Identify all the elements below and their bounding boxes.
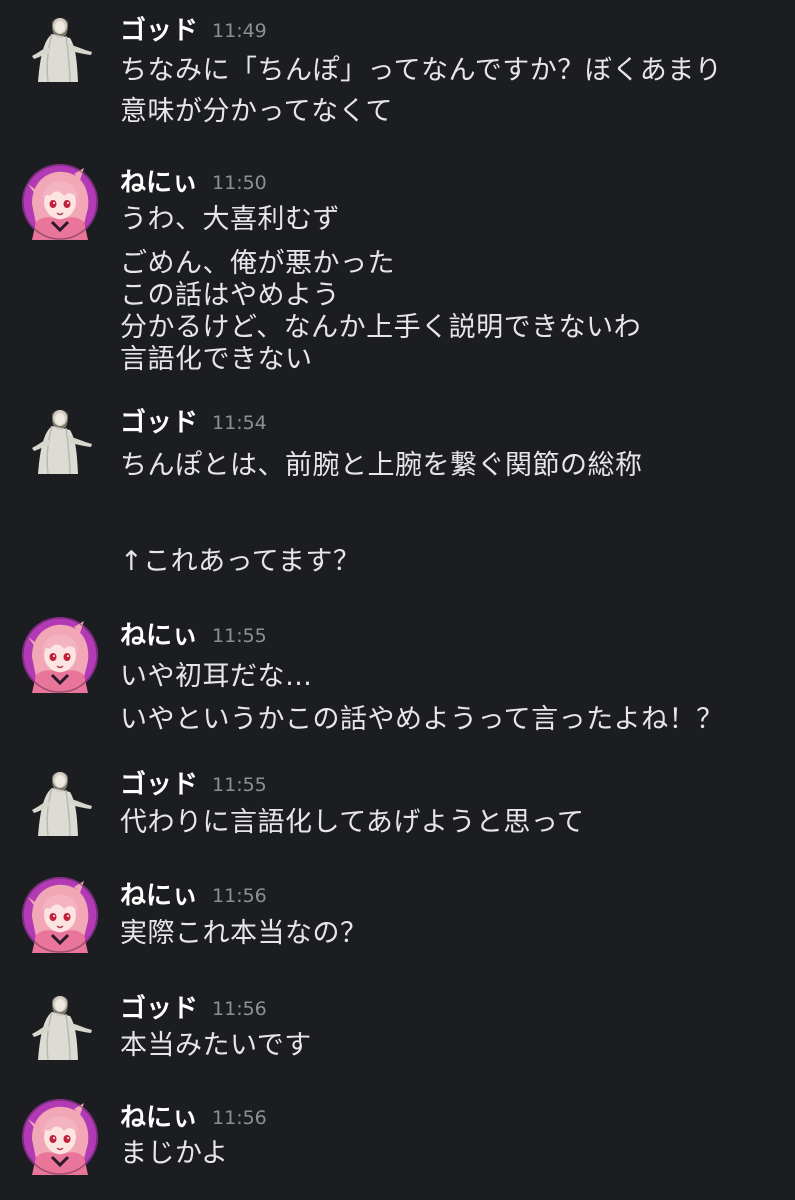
author-name[interactable]: ゴッド 11:49 — [120, 16, 267, 46]
message-text: ちんぽとは、前腕と上腕を繋ぐ関節の総称 — [120, 450, 643, 481]
author-name[interactable]: ねにぃ 11:55 — [120, 621, 267, 651]
message-text: 本当みたいです — [120, 1030, 312, 1061]
timestamp: 11:55 — [212, 625, 267, 647]
message-text: 意味が分かってなくて — [120, 96, 393, 127]
author-name-text[interactable]: ゴッド — [120, 408, 198, 438]
author-name-text[interactable]: ねにぃ — [120, 168, 198, 198]
message-text: 代わりに言語化してあげようと思って — [120, 807, 585, 838]
author-name-text[interactable]: ねにぃ — [120, 881, 198, 911]
timestamp: 11:50 — [212, 172, 267, 194]
statue-avatar-icon[interactable] — [22, 12, 98, 88]
author-name-text[interactable]: ねにぃ — [120, 1103, 198, 1133]
timestamp: 11:56 — [212, 998, 267, 1020]
statue-avatar-icon[interactable] — [22, 404, 98, 480]
message-text: うわ、大喜利むず — [120, 204, 340, 235]
timestamp: 11:55 — [212, 774, 267, 796]
statue-avatar-icon[interactable] — [22, 766, 98, 842]
author-name[interactable]: ねにぃ 11:56 — [120, 1103, 267, 1133]
timestamp: 11:49 — [212, 20, 267, 42]
statue-avatar-icon[interactable] — [22, 990, 98, 1066]
message-text: 実際これ本当なの？ — [120, 918, 368, 949]
message-text: ↑これあってます？ — [120, 546, 361, 577]
author-name[interactable]: ねにぃ 11:50 — [120, 168, 267, 198]
author-name[interactable]: ねにぃ 11:56 — [120, 881, 267, 911]
message-text: ごめん、俺が悪かった — [120, 248, 395, 279]
message-text: いやというかこの話やめようって言ったよね！？ — [120, 704, 724, 735]
anime-girl-avatar-icon[interactable] — [22, 617, 98, 693]
author-name[interactable]: ゴッド 11:54 — [120, 408, 267, 438]
message-text: この話はやめよう — [120, 280, 340, 311]
message-text: ちなみに「ちんぽ」ってなんですか？ぼくあまり — [120, 55, 723, 86]
timestamp: 11:56 — [212, 885, 267, 907]
author-name[interactable]: ゴッド 11:56 — [120, 994, 267, 1024]
author-name[interactable]: ゴッド 11:55 — [120, 770, 267, 800]
author-name-text[interactable]: ゴッド — [120, 16, 198, 46]
message-text: いや初耳だな… — [120, 661, 313, 692]
timestamp: 11:56 — [212, 1107, 267, 1129]
author-name-text[interactable]: ゴッド — [120, 770, 198, 800]
message-text: 分かるけど、なんか上手く説明できないわ — [120, 312, 642, 343]
message-text: まじかよ — [120, 1138, 229, 1169]
author-name-text[interactable]: ねにぃ — [120, 621, 198, 651]
author-name-text[interactable]: ゴッド — [120, 994, 198, 1024]
anime-girl-avatar-icon[interactable] — [22, 164, 98, 240]
anime-girl-avatar-icon[interactable] — [22, 1099, 98, 1175]
anime-girl-avatar-icon[interactable] — [22, 877, 98, 953]
timestamp: 11:54 — [212, 412, 267, 434]
message-text: 言語化できない — [120, 344, 313, 375]
